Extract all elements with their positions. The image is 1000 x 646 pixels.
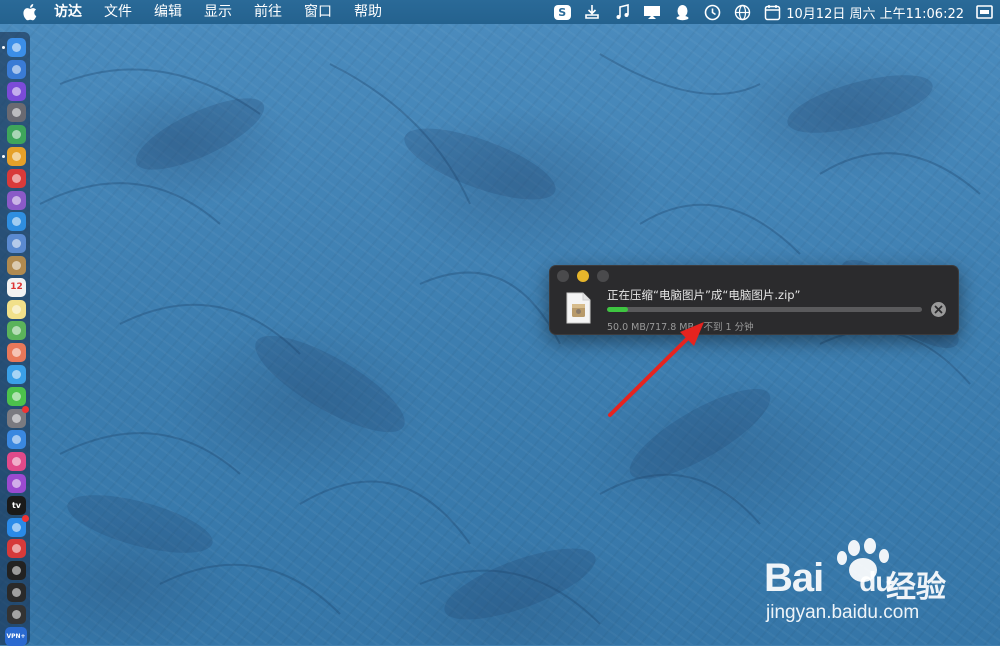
red-annotation-arrow <box>608 322 704 417</box>
